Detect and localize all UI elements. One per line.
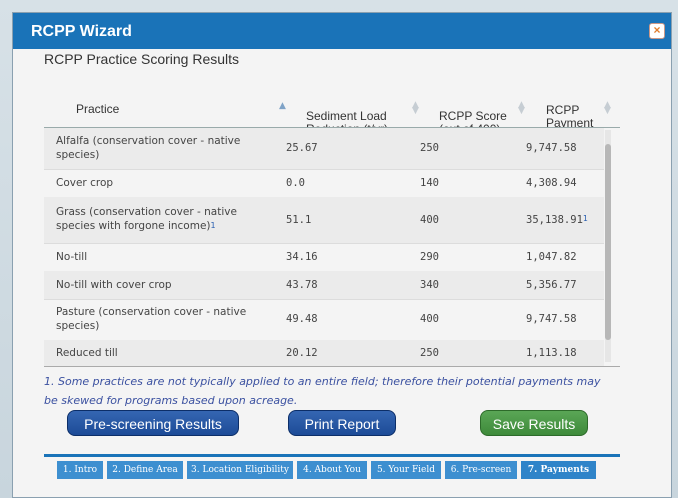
cell-practice: Pasture (conservation cover - native spe… (56, 306, 247, 332)
cell-score: 250 (420, 347, 439, 359)
cell-practice: Reduced till (56, 347, 118, 359)
results-table-body: Alfalfa (conservation cover - native spe… (44, 128, 620, 366)
table-row: Cover crop 0.0 140 4,308.94 (44, 169, 604, 198)
table-row: No-till 34.16 290 1,047.82 (44, 243, 604, 272)
table-row: Grass (conservation cover - native speci… (44, 197, 604, 244)
table-row: Pasture (conservation cover - native spe… (44, 299, 604, 341)
cell-sediment: 34.16 (286, 251, 318, 263)
table-row: No-till with cover crop 43.78 340 5,356.… (44, 271, 604, 300)
step-your-field[interactable]: 5. Your Field (371, 461, 441, 479)
footnote-marker: 1 (210, 221, 216, 230)
cell-sediment: 43.78 (286, 279, 318, 291)
cell-sediment: 20.12 (286, 347, 318, 359)
cell-score: 400 (420, 313, 439, 325)
cell-practice: No-till with cover crop (56, 279, 172, 291)
close-icon[interactable]: × (649, 23, 665, 39)
step-about-you[interactable]: 4. About You (297, 461, 367, 479)
table-row: Alfalfa (conservation cover - native spe… (44, 128, 604, 170)
step-define-area[interactable]: 2. Define Area (107, 461, 183, 479)
cell-payment: 9,747.58 (526, 313, 577, 325)
section-top-rule (44, 44, 620, 47)
cell-payment: 1,113.18 (526, 347, 577, 359)
table-bottom-rule (44, 366, 620, 367)
sort-ascending-icon[interactable]: ▲ (279, 102, 286, 111)
step-location-eligibility[interactable]: 3. Location Eligibility (187, 461, 293, 479)
print-report-button[interactable]: Print Report (288, 410, 396, 436)
cell-payment: 4,308.94 (526, 177, 577, 189)
cell-score: 250 (420, 142, 439, 154)
cell-practice: Cover crop (56, 177, 114, 189)
step-payments[interactable]: 7. Payments (521, 461, 596, 479)
cell-sediment: 51.1 (286, 214, 312, 226)
header-practice[interactable]: Practice (76, 103, 119, 116)
dialog-title: RCPP Wizard (31, 23, 132, 40)
cell-score: 290 (420, 251, 439, 263)
cell-practice: Alfalfa (conservation cover - native spe… (56, 135, 241, 161)
sort-icon[interactable]: ▲ ▼ (518, 101, 525, 116)
cell-sediment: 25.67 (286, 142, 318, 154)
footnote-marker: 1 (582, 214, 588, 223)
cell-sediment: 0.0 (286, 177, 305, 189)
cell-payment-text: 35,138.91 (526, 214, 583, 226)
cell-payment: 1,047.82 (526, 251, 577, 263)
sort-icon[interactable]: ▲ ▼ (604, 101, 611, 116)
step-pre-screen[interactable]: 6. Pre-screen (445, 461, 517, 479)
cell-score: 340 (420, 279, 439, 291)
cell-payment: 9,747.58 (526, 142, 577, 154)
cell-payment: 35,138.911 (526, 214, 588, 226)
nav-top-rule (44, 454, 620, 457)
prescreening-results-button[interactable]: Pre-screening Results (67, 410, 239, 436)
cell-payment: 5,356.77 (526, 279, 577, 291)
cell-sediment: 49.48 (286, 313, 318, 325)
results-table-header: Practice ▲ Sediment Load Reduction (t/yr… (44, 72, 620, 143)
table-row: Reduced till 20.12 250 1,113.18 (44, 340, 604, 366)
cell-practice: No-till (56, 251, 88, 263)
section-title: RCPP Practice Scoring Results (44, 51, 240, 67)
cell-practice: Grass (conservation cover - native speci… (56, 205, 266, 233)
step-intro[interactable]: 1. Intro (57, 461, 103, 479)
sort-icon[interactable]: ▲ ▼ (412, 101, 419, 116)
cell-score: 400 (420, 214, 439, 226)
footnote-text: 1. Some practices are not typically appl… (44, 375, 601, 407)
table-scrollbar-thumb[interactable] (605, 144, 611, 340)
cell-score: 140 (420, 177, 439, 189)
header-practice-label: Practice (76, 102, 120, 116)
save-results-button[interactable]: Save Results (480, 410, 588, 436)
